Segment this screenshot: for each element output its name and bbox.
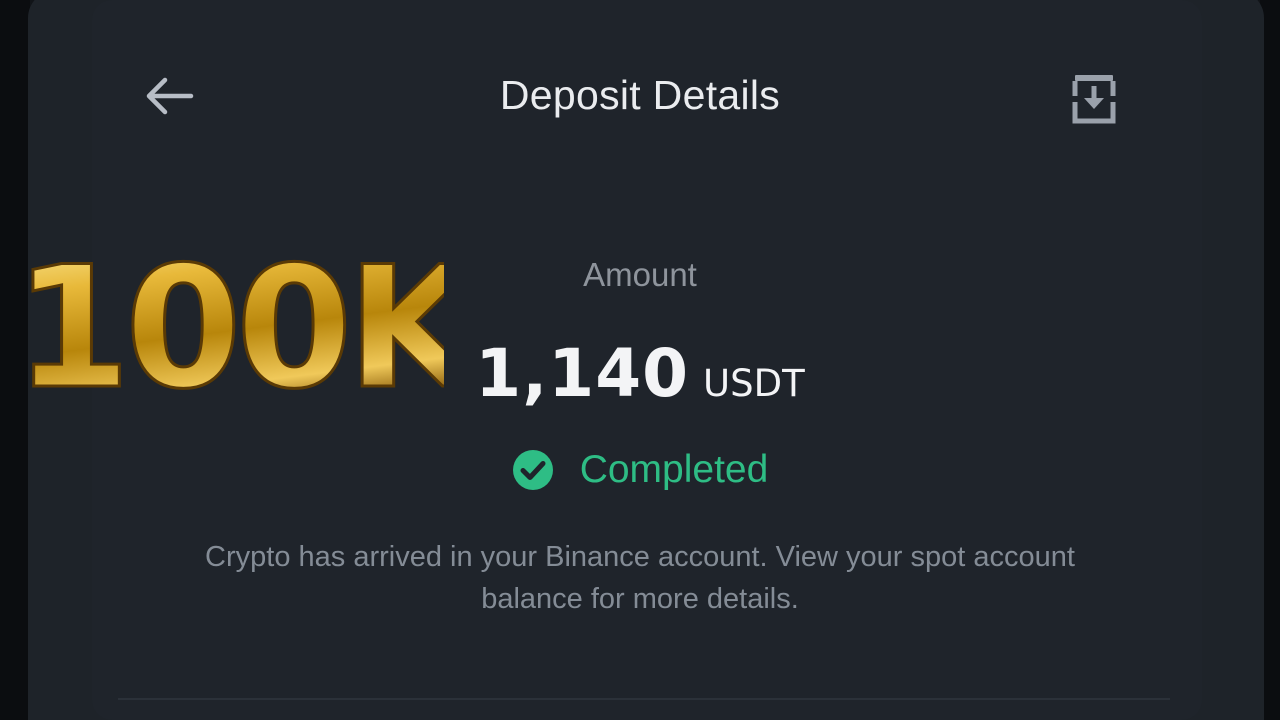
download-button[interactable] xyxy=(1066,70,1122,126)
badge-text: 100K xyxy=(14,238,444,408)
page-title: Deposit Details xyxy=(499,72,781,118)
arrow-left-icon xyxy=(146,77,194,115)
back-button[interactable] xyxy=(138,70,198,122)
status-text: Completed xyxy=(579,448,769,491)
deposit-description: Crypto has arrived in your Binance accou… xyxy=(205,541,1075,615)
screen: Deposit Details Amount 1,140 USDT Comple… xyxy=(0,0,1280,720)
amount-value: 1,140 xyxy=(475,335,690,412)
amount-label: Amount xyxy=(583,256,697,293)
status-row: Completed xyxy=(440,448,840,492)
amount-unit: USDT xyxy=(703,362,805,405)
download-icon xyxy=(1072,75,1116,124)
gold-100k-overlay: 100K xyxy=(14,238,444,408)
divider xyxy=(118,698,1170,700)
check-circle-icon xyxy=(512,450,553,490)
